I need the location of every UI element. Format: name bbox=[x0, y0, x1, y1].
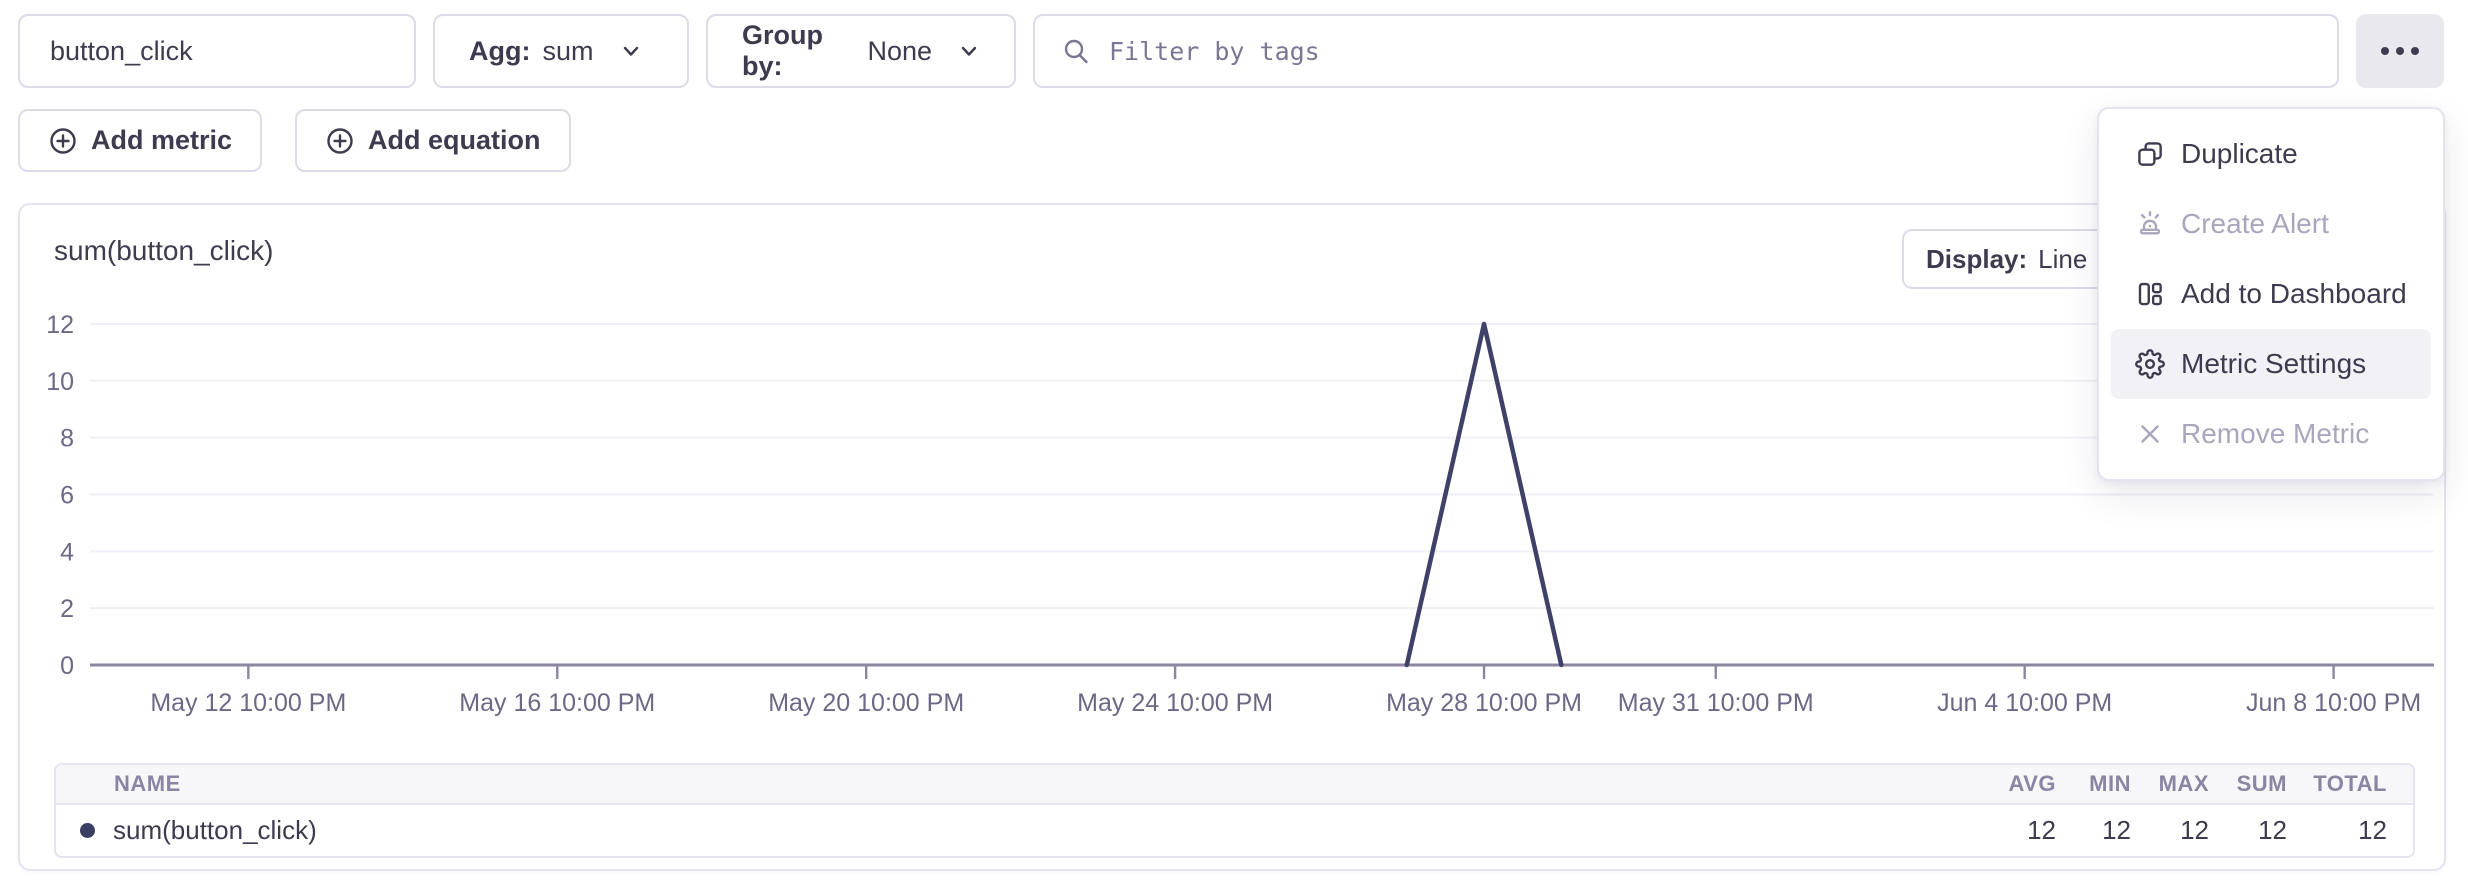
chevron-down-icon bbox=[620, 40, 642, 62]
agg-value: sum bbox=[542, 36, 593, 67]
x-axis: May 12 10:00 PM May 16 10:00 PM May 20 10:… bbox=[150, 666, 2421, 717]
ellipsis-icon bbox=[2381, 47, 2419, 55]
y-axis: 0 2 4 6 8 10 12 bbox=[46, 311, 74, 680]
timeseries-chart: 024681012May 12 10:00 PMMay 16 10:00 PMM… bbox=[20, 295, 2448, 740]
metrics-explorer: Agg: sum Group by: None bbox=[0, 0, 2468, 894]
cell-max: 12 bbox=[2131, 815, 2209, 846]
y-tick-label: 8 bbox=[60, 425, 74, 453]
plus-circle-icon bbox=[48, 126, 78, 156]
agg-dropdown[interactable]: Agg: sum bbox=[433, 14, 689, 88]
group-by-value: None bbox=[867, 36, 932, 67]
add-metric-label: Add metric bbox=[91, 125, 232, 156]
menu-item-create-alert[interactable]: Create Alert bbox=[2111, 189, 2431, 259]
copy-icon bbox=[2135, 139, 2165, 169]
menu-item-label: Add to Dashboard bbox=[2181, 278, 2407, 310]
display-value: Line bbox=[2038, 244, 2087, 275]
column-header-name: NAME bbox=[56, 771, 1988, 797]
chevron-down-icon bbox=[958, 40, 980, 62]
y-tick-label: 6 bbox=[60, 481, 74, 509]
dashboard-icon bbox=[2135, 279, 2165, 309]
menu-item-label: Remove Metric bbox=[2181, 418, 2369, 450]
menu-item-duplicate[interactable]: Duplicate bbox=[2111, 119, 2431, 189]
x-icon bbox=[2135, 419, 2165, 449]
series-name: sum(button_click) bbox=[113, 815, 317, 846]
x-tick-label: May 20 10:00 PM bbox=[768, 689, 964, 717]
cell-min: 12 bbox=[2056, 815, 2131, 846]
column-header-avg: AVG bbox=[1988, 771, 2056, 797]
menu-item-remove-metric[interactable]: Remove Metric bbox=[2111, 399, 2431, 469]
menu-item-label: Create Alert bbox=[2181, 208, 2329, 240]
series-color-dot bbox=[80, 823, 95, 838]
group-by-label: Group by: bbox=[742, 20, 855, 82]
y-tick-label: 4 bbox=[60, 538, 74, 566]
query-toolbar: Agg: sum Group by: None bbox=[18, 14, 2444, 88]
cell-sum: 12 bbox=[2209, 815, 2287, 846]
cell-total: 12 bbox=[2287, 815, 2387, 846]
menu-item-label: Duplicate bbox=[2181, 138, 2298, 170]
summary-table: NAME AVG MIN MAX SUM TOTAL sum(button_cl… bbox=[54, 763, 2415, 858]
chart-svg: 024681012May 12 10:00 PMMay 16 10:00 PMM… bbox=[20, 295, 2448, 740]
metric-actions-row: Add metric Add equation bbox=[18, 109, 571, 172]
plus-circle-icon bbox=[325, 126, 355, 156]
x-tick-label: May 16 10:00 PM bbox=[459, 689, 655, 717]
menu-item-add-to-dashboard[interactable]: Add to Dashboard bbox=[2111, 259, 2431, 329]
y-tick-label: 12 bbox=[46, 311, 74, 339]
alarm-icon bbox=[2135, 209, 2165, 239]
x-tick-label: May 31 10:00 PM bbox=[1618, 689, 1814, 717]
x-tick-label: May 24 10:00 PM bbox=[1077, 689, 1273, 717]
agg-label: Agg: bbox=[469, 36, 530, 67]
y-tick-label: 0 bbox=[60, 652, 74, 680]
cell-avg: 12 bbox=[1988, 815, 2056, 846]
chart-card: sum(button_click) Display: Line 0 2 4 6 8 10 1… bbox=[18, 203, 2446, 871]
add-equation-label: Add equation bbox=[368, 125, 540, 156]
gear-icon bbox=[2135, 349, 2165, 379]
y-tick-label: 10 bbox=[46, 368, 74, 396]
x-tick-label: Jun 4 10:00 PM bbox=[1937, 689, 2112, 717]
metric-name-input[interactable] bbox=[18, 14, 416, 88]
add-equation-button[interactable]: Add equation bbox=[295, 109, 570, 172]
menu-item-metric-settings[interactable]: Metric Settings bbox=[2111, 329, 2431, 399]
column-header-min: MIN bbox=[2056, 771, 2131, 797]
metric-name-field[interactable] bbox=[50, 36, 384, 67]
context-menu: Duplicate Create Alert Add to Dashboard … bbox=[2097, 107, 2445, 481]
table-row[interactable]: sum(button_click) 12 12 12 12 12 bbox=[56, 805, 2413, 856]
search-icon bbox=[1061, 36, 1091, 66]
display-label: Display: bbox=[1926, 244, 2027, 275]
more-options-button[interactable] bbox=[2356, 14, 2444, 88]
chart-title: sum(button_click) bbox=[54, 235, 273, 267]
column-header-sum: SUM bbox=[2209, 771, 2287, 797]
y-tick-label: 2 bbox=[60, 595, 74, 623]
group-by-dropdown[interactable]: Group by: None bbox=[706, 14, 1016, 88]
tag-filter[interactable] bbox=[1033, 14, 2339, 88]
column-header-max: MAX bbox=[2131, 771, 2209, 797]
add-metric-button[interactable]: Add metric bbox=[18, 109, 262, 172]
tag-filter-input[interactable] bbox=[1107, 36, 2311, 67]
display-type-button[interactable]: Display: Line bbox=[1902, 229, 2118, 289]
summary-table-header: NAME AVG MIN MAX SUM TOTAL bbox=[56, 765, 2413, 805]
x-tick-label: May 28 10:00 PM bbox=[1386, 689, 1582, 717]
gridlines bbox=[90, 324, 2434, 665]
x-tick-label: May 12 10:00 PM bbox=[150, 689, 346, 717]
x-tick-label: Jun 8 10:00 PM bbox=[2246, 689, 2421, 717]
menu-item-label: Metric Settings bbox=[2181, 348, 2366, 380]
column-header-total: TOTAL bbox=[2287, 771, 2387, 797]
